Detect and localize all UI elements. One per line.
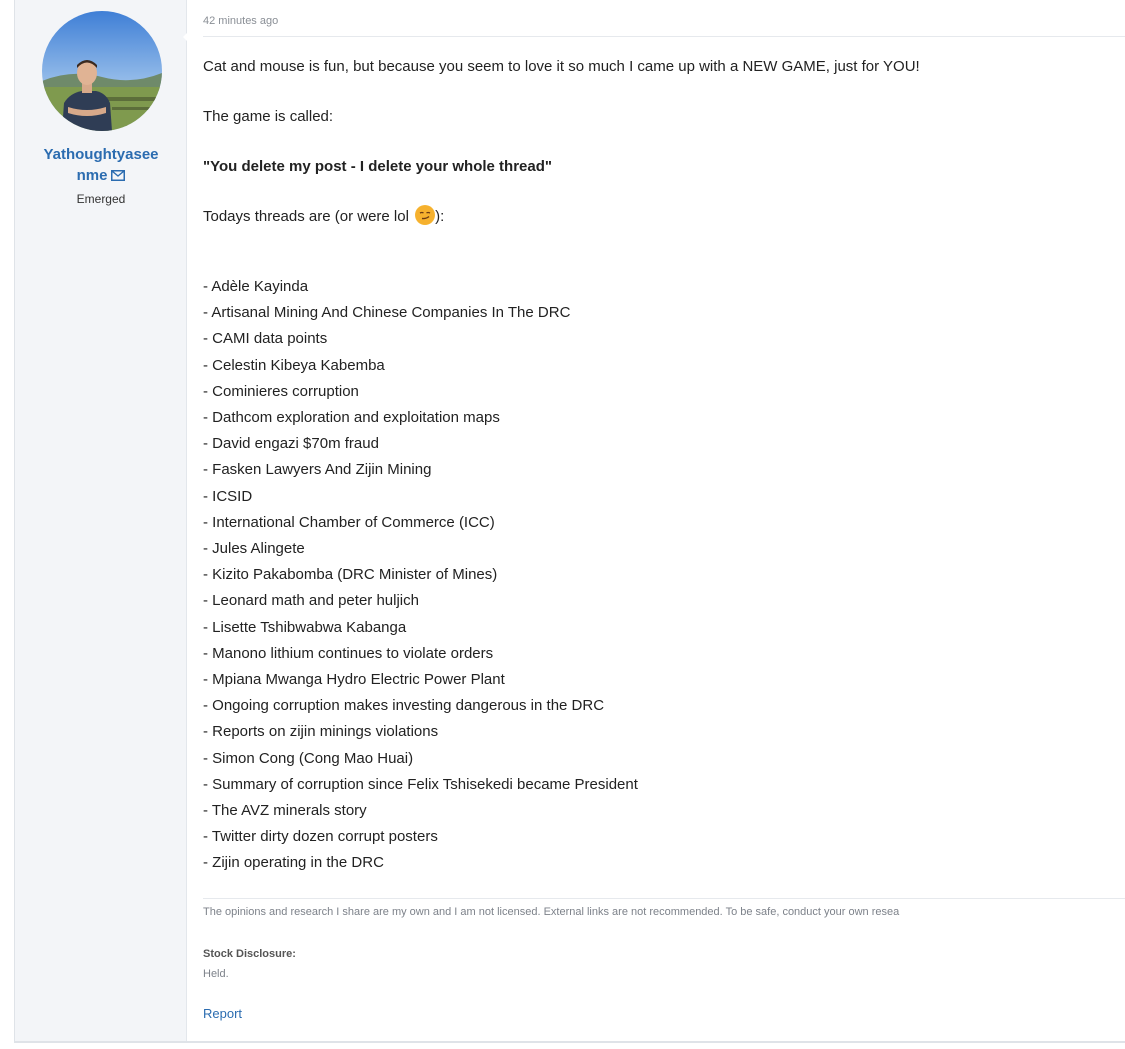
list-item: - Twitter dirty dozen corrupt posters bbox=[203, 828, 438, 846]
list-item: - Dathcom exploration and exploitation m… bbox=[203, 409, 500, 427]
envelope-icon[interactable] bbox=[111, 166, 126, 187]
smirk-emoji-icon bbox=[415, 205, 436, 225]
list-item: - Manono lithium continues to violate or… bbox=[203, 644, 494, 662]
game-called: The game is called: bbox=[203, 108, 334, 125]
todays-threads-text: Todays threads are (or were lol bbox=[203, 208, 409, 225]
list-item: - CAMI data points bbox=[203, 330, 328, 348]
game-name: "You delete my post - I delete your whol… bbox=[203, 158, 553, 175]
list-item: - Lisette Tshibwabwa Kabanga bbox=[203, 618, 407, 636]
todays-threads-line: Todays threads are (or were lol ): bbox=[203, 204, 1123, 230]
avatar[interactable] bbox=[42, 11, 162, 131]
list-item: - Celestin Kibeya Kabemba bbox=[203, 356, 385, 374]
username[interactable]: Yathoughtyasee nme bbox=[15, 144, 187, 187]
author-sidebar: Yathoughtyasee nme Emerged bbox=[15, 0, 187, 1041]
list-item: - International Chamber of Commerce (ICC… bbox=[203, 513, 495, 531]
list-item: - The AVZ minerals story bbox=[203, 802, 367, 820]
divider bbox=[203, 36, 1125, 37]
post-timestamp[interactable]: 42 minutes ago bbox=[203, 15, 278, 27]
list-item: - Jules Alingete bbox=[203, 540, 305, 558]
list-item: - David engazi $70m fraud bbox=[203, 435, 379, 453]
report-link[interactable]: Report bbox=[203, 1006, 242, 1021]
forum-post: Yathoughtyasee nme Emerged 42 minutes ag… bbox=[14, 0, 1125, 1043]
list-item: - Adèle Kayinda bbox=[203, 278, 309, 295]
post-body: Cat and mouse is fun, but because you se… bbox=[203, 54, 1123, 877]
stock-disclosure-value: Held. bbox=[203, 968, 229, 980]
list-item: - Reports on zijin minings violations bbox=[203, 723, 439, 741]
list-item: - Simon Cong (Cong Mao Huai) bbox=[203, 749, 414, 767]
list-item: - Summary of corruption since Felix Tshi… bbox=[203, 775, 638, 793]
list-item: - Ongoing corruption makes investing dan… bbox=[203, 697, 605, 715]
signature-divider bbox=[203, 898, 1125, 899]
list-item: - Kizito Pakabomba (DRC Minister of Mine… bbox=[203, 566, 498, 584]
speech-arrow bbox=[183, 28, 192, 46]
list-item: - Cominieres corruption bbox=[203, 382, 359, 400]
user-rank: Emerged bbox=[76, 192, 126, 206]
list-item: - ICSID bbox=[203, 487, 253, 505]
username-line2[interactable]: nme bbox=[77, 167, 108, 184]
list-item: - Fasken Lawyers And Zijin Mining bbox=[203, 461, 432, 479]
signature-text: The opinions and research I share are my… bbox=[203, 906, 900, 918]
todays-threads-end: ): bbox=[435, 208, 445, 225]
list-item: - Leonard math and peter huljich bbox=[203, 592, 419, 610]
list-item: - Mpiana Mwanga Hydro Electric Power Pla… bbox=[203, 671, 505, 689]
thread-list: - Adèle Kayinda - Artisanal Mining And C… bbox=[203, 274, 1123, 877]
post-intro: Cat and mouse is fun, but because you se… bbox=[203, 58, 920, 75]
username-line1[interactable]: Yathoughtyasee bbox=[43, 146, 158, 163]
list-item: - Artisanal Mining And Chinese Companies… bbox=[203, 304, 571, 322]
stock-disclosure-label: Stock Disclosure: bbox=[203, 948, 296, 960]
list-item: - Zijin operating in the DRC bbox=[203, 854, 384, 872]
